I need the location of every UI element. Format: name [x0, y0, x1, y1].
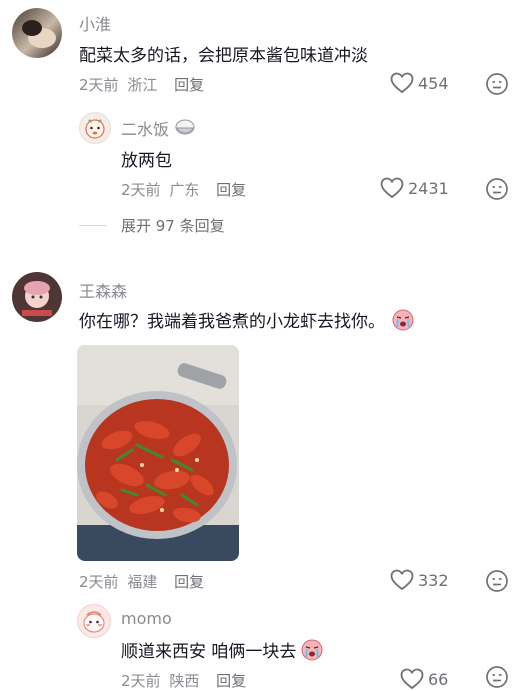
- crying-face-icon: [392, 309, 414, 330]
- reply-text: 顺道来西安 咱俩一块去: [121, 637, 324, 662]
- avatar[interactable]: [79, 112, 111, 144]
- reply-meta: 2天前 陕西 回复: [121, 670, 246, 691]
- like-button[interactable]: 66: [400, 668, 448, 690]
- reply-location: 陕西: [169, 672, 200, 690]
- comment-text: 你在哪？我端着我爸煮的小龙虾去找你。: [79, 307, 415, 332]
- reply-button[interactable]: 回复: [174, 76, 204, 94]
- comment-image[interactable]: [77, 345, 239, 561]
- comment-meta: 2天前 福建 回复: [79, 571, 204, 592]
- reply-time: 2天前: [121, 672, 161, 690]
- like-count: 454: [418, 73, 449, 93]
- reply-username[interactable]: momo: [121, 609, 172, 628]
- like-count: 332: [418, 570, 449, 590]
- like-count: 2431: [408, 178, 449, 198]
- comment-location: 福建: [127, 573, 158, 591]
- comment-meta: 2天前 浙江 回复: [79, 74, 204, 95]
- reply-location: 广东: [169, 181, 200, 199]
- reply-meta: 2天前 广东 回复: [121, 179, 246, 200]
- expand-replies-button[interactable]: 展开 97 条回复: [79, 215, 225, 236]
- reply-text: 放两包: [121, 151, 172, 171]
- like-button[interactable]: 2431: [380, 177, 449, 199]
- reply-time: 2天前: [121, 181, 161, 199]
- dislike-face-icon[interactable]: [485, 72, 509, 96]
- like-count: 66: [428, 669, 449, 689]
- heart-icon: [380, 177, 404, 199]
- dislike-face-icon[interactable]: [485, 665, 509, 689]
- like-button[interactable]: 454: [390, 72, 449, 94]
- reply-username[interactable]: 二水饭: [121, 116, 197, 140]
- crying-face-icon: [301, 639, 323, 660]
- dislike-face-icon[interactable]: [485, 177, 509, 201]
- avatar[interactable]: [12, 272, 62, 322]
- comment-username[interactable]: 王森森: [79, 278, 127, 302]
- divider: [79, 225, 107, 226]
- heart-icon: [400, 668, 424, 690]
- crayfish-pot-photo: [77, 345, 239, 561]
- comment-username[interactable]: 小淮: [79, 11, 111, 35]
- reply-button[interactable]: 回复: [174, 573, 204, 591]
- heart-icon: [390, 72, 414, 94]
- heart-icon: [390, 569, 414, 591]
- like-button[interactable]: 332: [390, 569, 449, 591]
- avatar[interactable]: [12, 8, 62, 58]
- comment-text: 配菜太多的话，会把原本酱包味道冲淡: [79, 46, 368, 66]
- dislike-face-icon[interactable]: [485, 569, 509, 593]
- comment-location: 浙江: [127, 76, 158, 94]
- avatar[interactable]: [77, 604, 111, 638]
- reply-button[interactable]: 回复: [216, 181, 246, 199]
- reply-button[interactable]: 回复: [216, 672, 246, 690]
- comment-time: 2天前: [79, 573, 119, 591]
- comment-time: 2天前: [79, 76, 119, 94]
- rice-bowl-icon: [174, 119, 196, 135]
- expand-replies-label[interactable]: 展开 97 条回复: [121, 215, 225, 236]
